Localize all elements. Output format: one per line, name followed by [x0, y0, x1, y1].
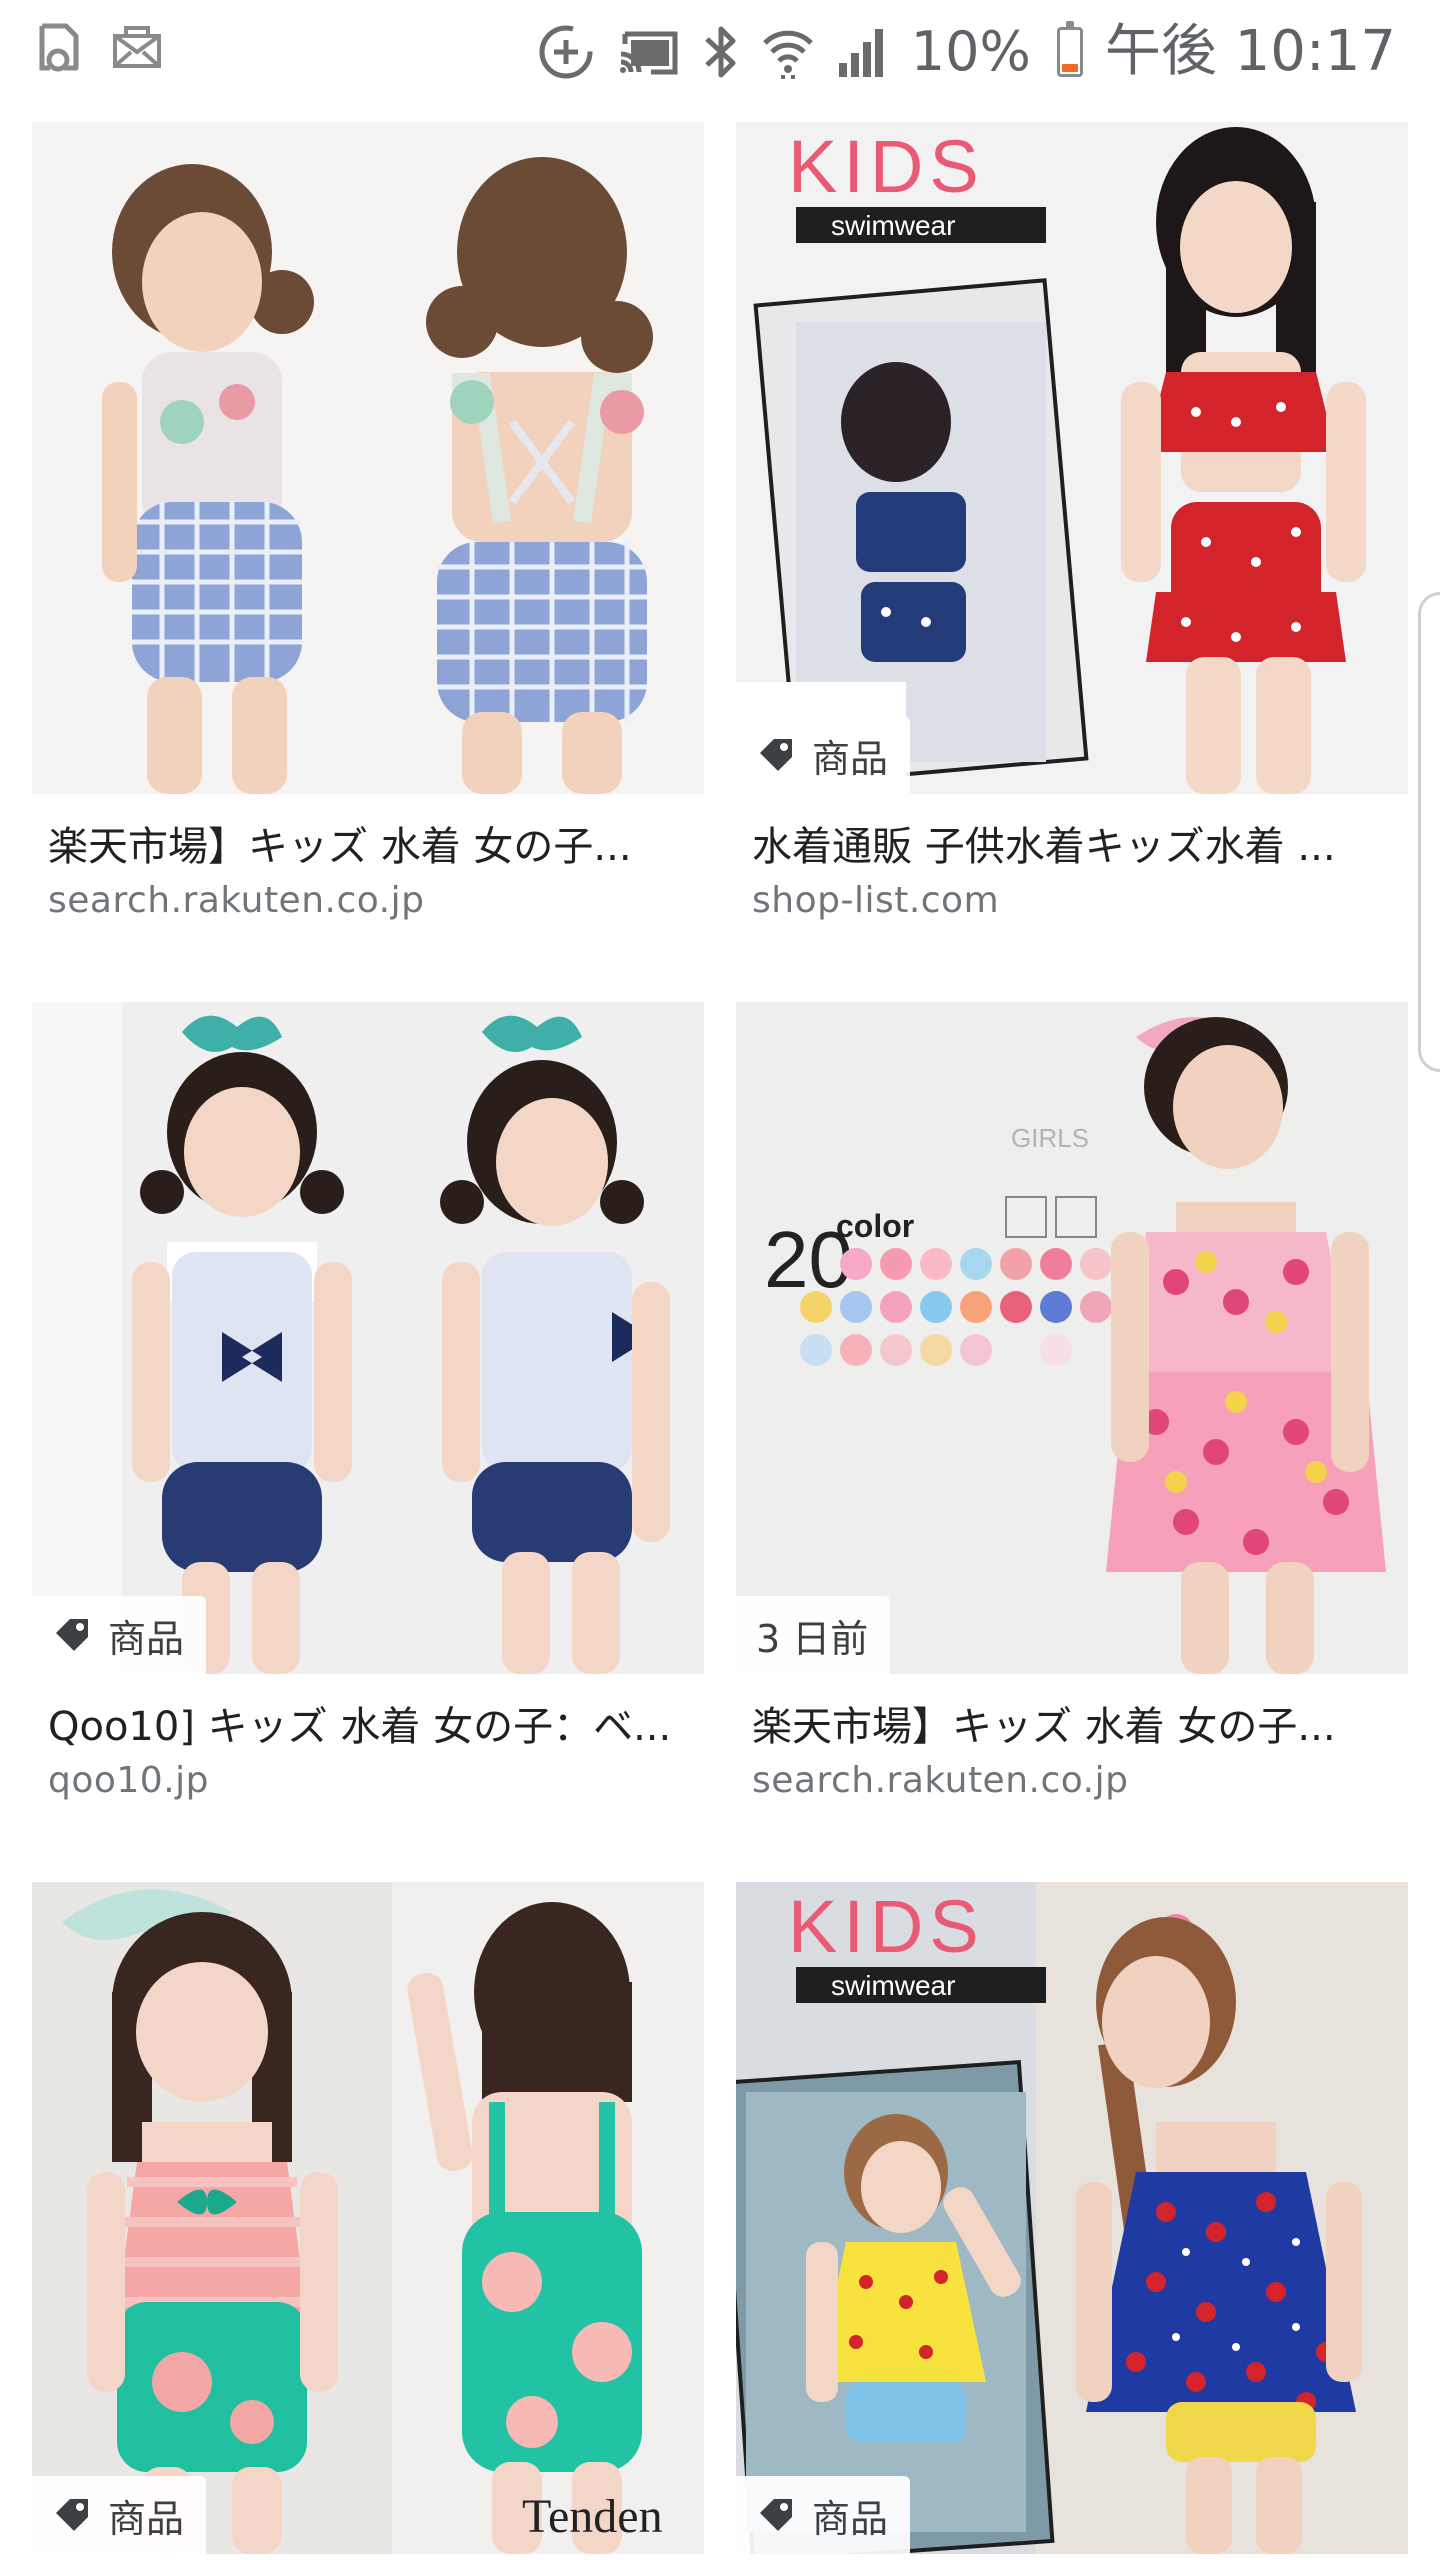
badge-label: 商品 [812, 736, 889, 781]
image-result-card[interactable]: KIDS swimwear [736, 122, 1408, 921]
badge-label: 商品 [108, 2496, 185, 2541]
scroll-edge-indicator[interactable] [1418, 592, 1440, 1072]
badge-label: 商品 [812, 2496, 889, 2541]
result-source[interactable]: shop-list.com [752, 878, 999, 924]
image-result-card[interactable]: 楽天市場】キッズ 水着 女の子... search.rakuten.co.jp [32, 122, 704, 921]
product-badge: 商品 [32, 1596, 207, 1674]
product-badge: 商品 [736, 2476, 911, 2554]
thumbnail-art [32, 122, 704, 794]
result-source[interactable]: qoo10.jp [48, 1758, 209, 1804]
girls-text: GIRLS [1011, 1123, 1089, 1153]
badge-label: 3 日前 [756, 1616, 869, 1661]
tenden-watermark: Tenden [522, 2490, 663, 2543]
kids-logo-text: KIDS [788, 125, 985, 208]
result-source[interactable]: search.rakuten.co.jp [48, 878, 424, 924]
product-badge: 商品 [32, 2476, 207, 2554]
image-result-card[interactable]: GIRLS 20 color 3 日前 楽天市場】キッズ 水着 女の子... s… [736, 1002, 1408, 1801]
date-badge: 3 日前 [736, 1596, 891, 1674]
result-thumbnail[interactable]: KIDS swimwear 商品 [736, 1882, 1408, 2554]
result-thumbnail[interactable]: 商品 [32, 1002, 704, 1674]
thumbnail-art: GIRLS 20 color [736, 1002, 1408, 1674]
tag-icon [52, 1615, 92, 1655]
tag-icon [52, 2495, 92, 2535]
swimwear-text: swimwear [831, 210, 955, 241]
tag-icon [756, 735, 796, 775]
result-thumbnail[interactable]: KIDS swimwear 商品 [736, 122, 1408, 794]
kids-logo-text: KIDS [788, 1885, 985, 1968]
result-title[interactable]: Qoo10] キッズ 水着 女の子：ベ... [48, 1702, 688, 1752]
result-source[interactable]: search.rakuten.co.jp [752, 1758, 1128, 1804]
tag-icon [756, 2495, 796, 2535]
image-result-card[interactable]: KIDS swimwear [736, 1882, 1408, 2554]
badge-label: 商品 [108, 1616, 185, 1661]
result-title[interactable]: 楽天市場】キッズ 水着 女の子... [752, 1702, 1392, 1752]
result-title[interactable]: 楽天市場】キッズ 水着 女の子... [48, 822, 688, 872]
result-title[interactable]: 水着通販 子供水着キッズ水着 ... [752, 822, 1392, 872]
thumbnail-art [32, 1002, 704, 1674]
color-text: color [836, 1208, 914, 1244]
image-result-card[interactable]: 商品 Qoo10] キッズ 水着 女の子：ベ... qoo10.jp [32, 1002, 704, 1801]
product-badge: 商品 [736, 716, 911, 794]
swimwear-text: swimwear [831, 1970, 955, 2001]
thumbnail-art: Tenden [32, 1882, 704, 2554]
image-results-grid: 楽天市場】キッズ 水着 女の子... search.rakuten.co.jp … [0, 0, 1440, 2560]
thumbnail-art: KIDS swimwear [736, 1882, 1408, 2554]
result-thumbnail[interactable]: Tenden 商品 [32, 1882, 704, 2554]
image-result-card[interactable]: Tenden 商品 [32, 1882, 704, 2554]
thumbnail-art: KIDS swimwear [736, 122, 1408, 794]
result-thumbnail[interactable] [32, 122, 704, 794]
result-thumbnail[interactable]: GIRLS 20 color 3 日前 [736, 1002, 1408, 1674]
